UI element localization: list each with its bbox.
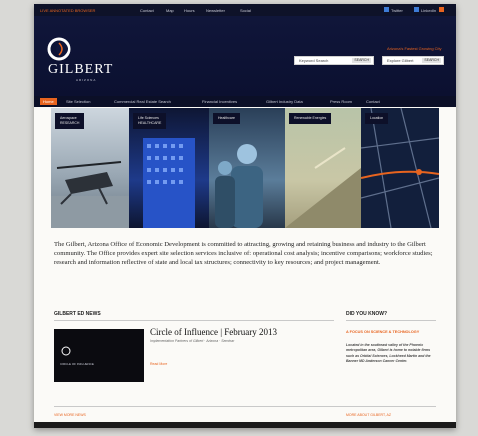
dyk-body: Located in the southeast valley of the P… xyxy=(346,343,431,364)
header-tagline: Arizona's Fastest Growing City xyxy=(387,46,442,51)
page-bottom-edge xyxy=(34,422,456,428)
intro-paragraph: The Gilbert, Arizona Office of Economic … xyxy=(54,241,433,267)
hero-label-renewable: Renewable Energies xyxy=(289,113,332,124)
logo-subtitle: ARIZONA xyxy=(76,78,97,82)
top-link-hours[interactable]: Hours xyxy=(184,8,195,13)
search-button[interactable]: SEARCH xyxy=(352,58,371,63)
hero-panel-renewable[interactable]: Renewable Energies xyxy=(285,108,361,228)
nav-item-incentives[interactable]: Financial Incentives xyxy=(202,99,237,104)
dyk-subhead: A FOCUS ON SCIENCE & TECHNOLOGY xyxy=(346,330,420,334)
dyk-heading: DID YOU KNOW? xyxy=(346,311,388,317)
explore-search-input[interactable]: Explore Gilbert SEARCH xyxy=(382,56,444,65)
hero-panel-aerospace[interactable]: Aerospace RESEARCH xyxy=(51,108,129,228)
keyword-search-input[interactable]: Keyword Search SEARCH xyxy=(294,56,374,65)
rss-icon[interactable] xyxy=(439,7,444,12)
top-utility-bar: LIVE ANNOTATED BROWSER Contact Map Hours… xyxy=(34,4,456,16)
nav-item-contact[interactable]: Contact xyxy=(366,99,380,104)
top-link-map[interactable]: Map xyxy=(166,8,174,13)
nav-item-home[interactable]: Home xyxy=(40,98,57,105)
news-divider xyxy=(54,320,334,321)
nav-item-industry-data[interactable]: Gilbert Industry Data xyxy=(266,99,303,104)
top-link-twitter[interactable]: Twitter xyxy=(391,8,403,13)
news-read-more-link[interactable]: Read More xyxy=(150,362,167,366)
top-link-contact[interactable]: Contact xyxy=(140,8,154,13)
nav-item-site-selection[interactable]: Site Selection xyxy=(66,99,90,104)
hero-panel-healthcare[interactable]: Healthcare xyxy=(209,108,285,228)
news-thumb-caption: CIRCLE OF INFLUENCE xyxy=(60,362,94,366)
hero-slider: Aerospace RESEARCH Life Sciences HEALTHC… xyxy=(51,108,439,228)
logo-wordmark[interactable]: GILBERT xyxy=(48,62,113,78)
hero-label-location: Location xyxy=(365,113,389,124)
map-image-icon xyxy=(361,108,439,228)
hero-label-lifesciences: Life Sciences HEALTHCARE xyxy=(133,113,167,129)
news-thumbnail[interactable]: CIRCLE OF INFLUENCE xyxy=(54,329,144,382)
nav-item-real-estate[interactable]: Commercial Real Estate Search xyxy=(114,99,171,104)
search-placeholder: Keyword Search xyxy=(299,58,329,63)
news-meta: Implementation Partners of Gilbert · Ari… xyxy=(150,339,235,343)
footer-divider xyxy=(54,406,436,407)
top-link-linkedin[interactable]: LinkedIn xyxy=(421,8,436,13)
top-link-social[interactable]: Social xyxy=(240,8,251,13)
hero-label-aerospace: Aerospace RESEARCH xyxy=(55,113,85,129)
explore-search-button[interactable]: SEARCH xyxy=(422,58,441,63)
nav-item-press-room[interactable]: Press Room xyxy=(330,99,352,104)
gilbert-logo-icon[interactable] xyxy=(46,36,72,62)
browser-page: LIVE ANNOTATED BROWSER Contact Map Hours… xyxy=(34,4,456,428)
hero-label-healthcare: Healthcare xyxy=(213,113,240,124)
view-more-news-link[interactable]: VIEW MORE NEWS xyxy=(54,413,86,417)
news-logo-icon xyxy=(61,346,71,356)
news-title[interactable]: Circle of Influence | February 2013 xyxy=(150,327,277,337)
solar-field-image-icon xyxy=(285,147,361,228)
twitter-icon[interactable] xyxy=(384,7,389,12)
more-about-gilbert-link[interactable]: MORE ABOUT GILBERT, AZ xyxy=(346,413,391,417)
top-left-link[interactable]: LIVE ANNOTATED BROWSER xyxy=(40,8,95,13)
hero-panel-lifesciences[interactable]: Life Sciences HEALTHCARE xyxy=(129,108,209,228)
news-heading: GILBERT ED NEWS xyxy=(54,311,101,317)
top-link-newsletter[interactable]: Newsletter xyxy=(206,8,225,13)
linkedin-icon[interactable] xyxy=(414,7,419,12)
surgeons-image-icon xyxy=(215,144,263,228)
dyk-divider xyxy=(346,320,436,321)
main-nav: Home Site Selection Commercial Real Esta… xyxy=(34,96,456,107)
hero-panel-location[interactable]: Location xyxy=(361,108,439,228)
explore-placeholder: Explore Gilbert xyxy=(387,58,414,63)
site-header: GILBERT ARIZONA Arizona's Fastest Growin… xyxy=(34,16,456,96)
